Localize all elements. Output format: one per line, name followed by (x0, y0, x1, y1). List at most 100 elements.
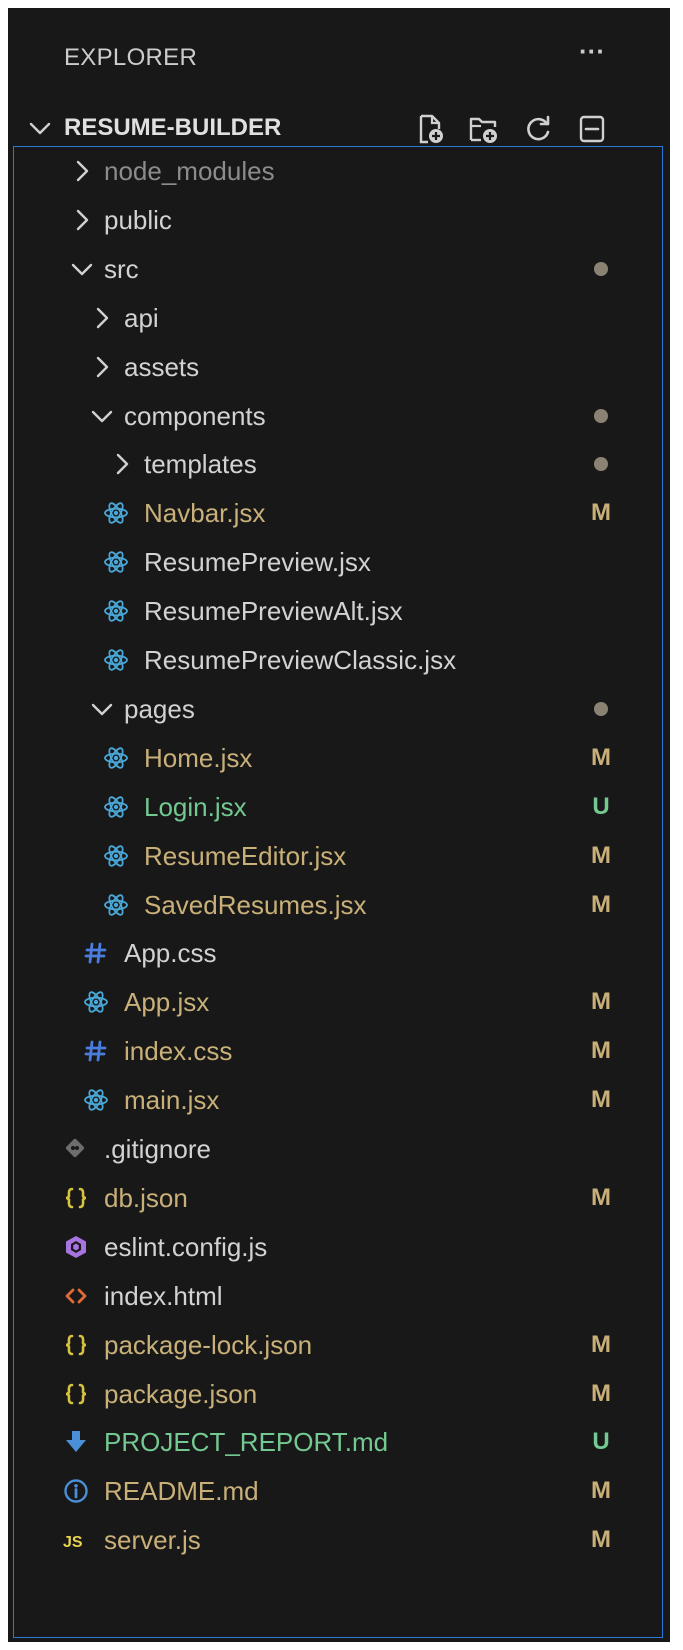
git-status-badge: M (591, 1526, 611, 1554)
git-status-badge: M (591, 841, 611, 869)
tree-item-label: api (124, 302, 159, 333)
tree-folder-src[interactable]: src (14, 245, 662, 293)
tree-folder-templates[interactable]: templates (14, 440, 662, 488)
json-braces-icon (62, 1380, 90, 1408)
tree-file-resumepreviewalt-jsx[interactable]: ResumePreviewAlt.jsx (14, 587, 662, 635)
tree-folder-pages[interactable]: pages (14, 685, 662, 733)
svg-text:JS: JS (63, 1534, 83, 1551)
modified-contents-dot (594, 701, 608, 716)
tree-file-navbar-jsx[interactable]: Navbar.jsx M (14, 489, 662, 537)
git-status-badge: M (591, 1477, 611, 1505)
js-icon: JS (62, 1526, 90, 1554)
tree-item-label: ResumePreviewAlt.jsx (144, 596, 403, 627)
git-status-badge: M (591, 1037, 611, 1065)
chevron-right-icon[interactable] (88, 304, 116, 332)
chevron-right-icon[interactable] (68, 206, 96, 234)
tree-item-label: index.html (104, 1280, 223, 1311)
git-status-badge: M (591, 988, 611, 1016)
chevron-down-icon (26, 114, 54, 142)
workspace-section-header[interactable]: RESUME-BUILDER (8, 106, 670, 150)
file-tree: node_modulespublic src api assets components… (13, 146, 663, 1638)
css-hash-icon (82, 939, 110, 967)
tree-item-label: package.json (104, 1378, 258, 1409)
chevron-down-icon[interactable] (88, 695, 116, 723)
chevron-right-icon[interactable] (88, 353, 116, 381)
git-status-badge: U (592, 792, 610, 820)
collapse-all-button[interactable] (572, 110, 612, 148)
tree-file-home-jsx[interactable]: Home.jsx M (14, 734, 662, 782)
refresh-icon (527, 115, 550, 141)
tree-file-app-jsx[interactable]: App.jsx M (14, 978, 662, 1026)
chevron-down-icon[interactable] (88, 402, 116, 430)
react-icon (102, 891, 130, 919)
tree-item-label: PROJECT_REPORT.md (104, 1427, 389, 1458)
tree-file-package-lock-json[interactable]: package-lock.json M (14, 1321, 662, 1369)
tree-file-package-json[interactable]: package.json M (14, 1370, 662, 1418)
tree-item-label: db.json (104, 1182, 188, 1213)
tree-item-label: assets (124, 351, 200, 382)
tree-file-project-report-md[interactable]: PROJECT_REPORT.md U (14, 1418, 662, 1466)
tree-item-label: index.css (124, 1036, 233, 1067)
tree-item-label: App.jsx (124, 987, 210, 1018)
react-icon (102, 597, 130, 625)
tree-file-readme-md[interactable]: README.md M (14, 1467, 662, 1515)
git-status-badge: M (591, 1379, 611, 1407)
tree-file-index-html[interactable]: index.html (14, 1272, 662, 1320)
more-actions-button[interactable]: ··· (574, 38, 610, 70)
git-status-badge: M (591, 1183, 611, 1211)
tree-folder-public[interactable]: public (14, 196, 662, 244)
tree-item-label: Login.jsx (144, 791, 247, 822)
tree-file-eslint-config-js[interactable]: eslint.config.js (14, 1223, 662, 1271)
refresh-button[interactable] (518, 110, 558, 148)
new-file-icon (419, 114, 443, 144)
tree-item-label: .gitignore (104, 1134, 211, 1164)
json-braces-icon (62, 1331, 90, 1359)
git-status-badge: M (591, 1086, 611, 1114)
tree-item-label: pages (124, 693, 195, 724)
tree-folder-assets[interactable]: assets (14, 343, 662, 391)
react-icon (102, 744, 130, 772)
explorer-title: EXPLORER (64, 44, 198, 71)
tree-folder-node-modules[interactable]: node_modules (14, 147, 662, 195)
tree-item-label: ResumePreviewClassic.jsx (144, 645, 457, 675)
tree-folder-api[interactable]: api (14, 294, 662, 342)
tree-file-gitignore[interactable]: .gitignore (14, 1125, 662, 1173)
html-brackets-icon (62, 1282, 90, 1310)
markdown-arrow-icon (62, 1428, 90, 1456)
tree-file-savedresumes-jsx[interactable]: SavedResumes.jsx M (14, 881, 662, 929)
css-hash-icon (82, 1037, 110, 1065)
tree-file-login-jsx[interactable]: Login.jsx U (14, 783, 662, 831)
tree-item-label: App.css (124, 938, 217, 969)
tree-item-label: public (104, 204, 172, 235)
chevron-right-icon[interactable] (108, 450, 136, 478)
new-folder-button[interactable] (464, 110, 504, 148)
tree-file-resumepreview-jsx[interactable]: ResumePreview.jsx (14, 538, 662, 586)
modified-contents-dot (594, 457, 608, 472)
tree-item-label: server.js (104, 1525, 201, 1556)
tree-file-db-json[interactable]: db.json M (14, 1174, 662, 1222)
tree-item-label: package-lock.json (104, 1329, 313, 1360)
tree-item-label: components (124, 400, 266, 431)
info-icon (62, 1477, 90, 1505)
react-icon (102, 793, 130, 821)
tree-file-index-css[interactable]: index.css M (14, 1027, 662, 1075)
tree-item-label: Home.jsx (144, 742, 253, 773)
new-folder-icon (469, 117, 497, 143)
chevron-down-icon[interactable] (68, 255, 96, 283)
git-status-badge: U (592, 1428, 610, 1456)
chevron-right-icon[interactable] (68, 157, 96, 185)
tree-item-label: ResumeEditor.jsx (144, 840, 347, 871)
tree-file-resumeeditor-jsx[interactable]: ResumeEditor.jsx M (14, 832, 662, 880)
tree-file-resumepreviewclassic-jsx[interactable]: ResumePreviewClassic.jsx (14, 636, 662, 684)
react-icon (82, 1086, 110, 1114)
git-icon (62, 1135, 90, 1163)
tree-file-server-js[interactable]: JS server.js M (14, 1516, 662, 1564)
tree-file-main-jsx[interactable]: main.jsx M (14, 1076, 662, 1124)
tree-item-label: README.md (104, 1476, 259, 1507)
new-file-button[interactable] (410, 110, 450, 148)
tree-file-app-css[interactable]: App.css (14, 929, 662, 977)
explorer-header: EXPLORER ··· (8, 8, 670, 106)
tree-folder-components[interactable]: components (14, 392, 662, 440)
git-status-badge: M (591, 1330, 611, 1358)
tree-item-label: node_modules (104, 156, 275, 186)
